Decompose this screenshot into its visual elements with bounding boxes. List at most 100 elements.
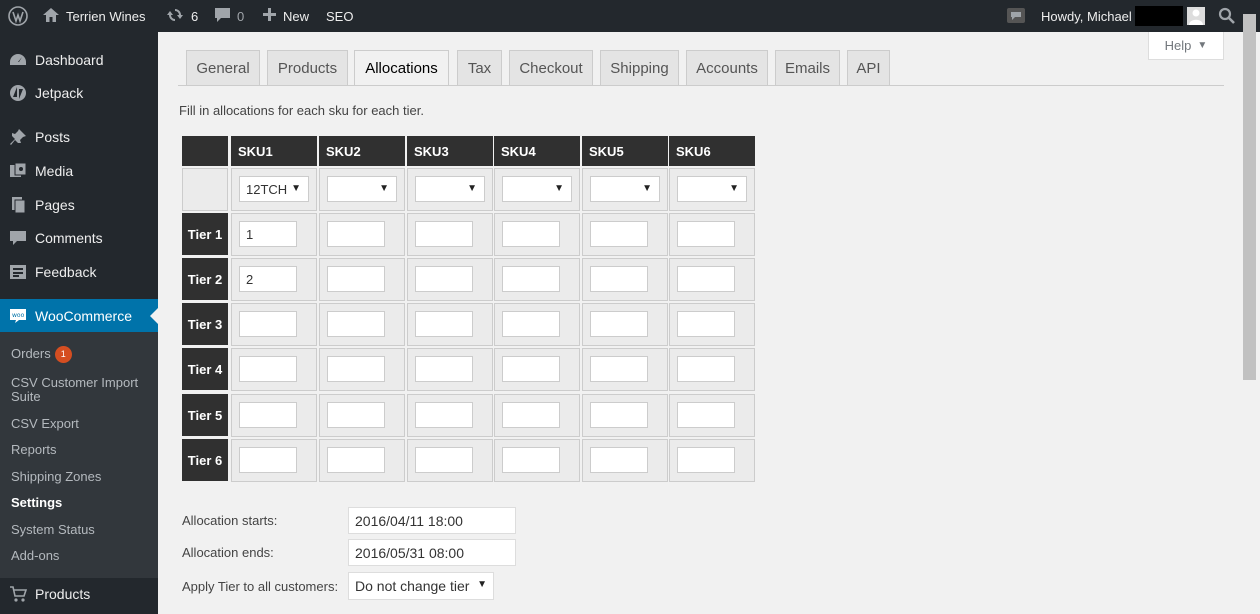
submenu-addons[interactable]: Add-ons [11,549,59,563]
allocation-input[interactable] [327,447,385,473]
allocation-input[interactable] [415,266,473,292]
search-icon[interactable] [1218,0,1236,32]
allocation-input[interactable] [327,356,385,382]
allocation-input[interactable] [327,221,385,247]
sku-product-select[interactable]: ▼ [327,176,397,202]
tab-tax[interactable]: Tax [457,50,502,85]
menu-posts[interactable]: Posts [0,120,158,154]
wordpress-logo-icon[interactable] [8,0,28,32]
allocation-input[interactable] [415,402,473,428]
allocation-input[interactable] [677,447,735,473]
submenu-csv-customer-import[interactable]: CSV Customer Import Suite [11,376,138,404]
allocation-input[interactable] [415,356,473,382]
allocation-starts-input[interactable]: 2016/04/11 18:00 [348,507,516,534]
allocation-input[interactable] [327,402,385,428]
submenu-csv-export[interactable]: CSV Export [11,417,79,431]
tab-label: Shipping [610,59,669,77]
avatar[interactable] [1187,7,1205,25]
sku-product-select[interactable]: 12TCH ▼ [239,176,309,202]
comments-link[interactable]: 0 [214,0,244,32]
site-name-link[interactable]: Terrien Wines [42,0,145,32]
allocation-input[interactable] [677,356,735,382]
allocation-ends-input[interactable]: 2016/05/31 08:00 [348,539,516,566]
allocation-input[interactable]: 1 [239,221,297,247]
tab-accounts[interactable]: Accounts [686,50,768,85]
tab-emails[interactable]: Emails [775,50,840,85]
sku-product-select[interactable]: ▼ [415,176,485,202]
submenu-system-status[interactable]: System Status [11,523,95,537]
sku-product-select[interactable]: ▼ [590,176,660,202]
allocation-input[interactable] [590,311,648,337]
tab-api[interactable]: API [847,50,890,85]
allocation-input[interactable] [415,311,473,337]
allocation-input[interactable] [677,266,735,292]
allocation-input[interactable] [327,311,385,337]
my-account-link[interactable]: Howdy, Michael [1041,0,1132,32]
pin-icon [0,128,35,146]
tier-row-label: Tier 4 [182,348,228,390]
allocation-input[interactable] [239,447,297,473]
howdy-text: Howdy, Michael [1041,8,1132,24]
submenu-settings[interactable]: Settings [11,496,62,510]
menu-pages[interactable]: Pages [0,188,158,222]
tab-label: Allocations [365,60,438,77]
allocation-input[interactable] [590,356,648,382]
sku-product-select[interactable]: ▼ [502,176,572,202]
menu-label: Dashboard [35,52,104,68]
allocation-input[interactable] [590,447,648,473]
menu-jetpack[interactable]: Jetpack [0,76,158,110]
apply-tier-select[interactable]: Do not change tier ▼ [348,572,494,600]
allocation-input[interactable] [502,266,560,292]
tab-divider [178,85,1224,86]
submenu-orders[interactable]: Orders 1 [11,346,72,363]
submenu-reports[interactable]: Reports [11,443,57,457]
seo-label: SEO [326,8,354,24]
submenu-label-line2: Suite [11,389,41,404]
menu-feedback[interactable]: Feedback [0,255,158,289]
menu-media[interactable]: Media [0,154,158,188]
allocation-input[interactable] [239,356,297,382]
page-scrollbar-thumb[interactable] [1243,14,1256,380]
tier-row-label: Tier 6 [182,439,228,481]
notifications-icon[interactable] [1006,0,1026,32]
new-content-link[interactable]: New [262,0,309,32]
submenu-label: CSV Export [11,416,79,431]
allocation-input[interactable] [502,402,560,428]
allocation-input[interactable] [239,311,297,337]
updates-link[interactable]: 6 [165,0,198,32]
allocation-input[interactable] [590,221,648,247]
seo-link[interactable]: SEO [326,0,353,32]
comments-count: 0 [237,8,245,24]
dropdown-arrow-icon: ▼ [379,183,389,194]
allocation-input[interactable] [590,266,648,292]
submenu-label: Reports [11,442,57,457]
allocation-input[interactable] [677,221,735,247]
sku-product-select[interactable]: ▼ [677,176,747,202]
submenu-shipping-zones[interactable]: Shipping Zones [11,470,101,484]
allocation-input[interactable] [677,402,735,428]
menu-products[interactable]: Products [0,577,158,611]
tab-checkout[interactable]: Checkout [509,50,593,85]
allocation-input[interactable] [502,356,560,382]
admin-sidebar: Dashboard Jetpack Posts Media Pages Comm… [0,32,158,614]
allocation-input[interactable] [415,221,473,247]
tab-allocations[interactable]: Allocations [354,50,449,86]
sku-column-header: SKU1 [231,136,317,166]
allocation-input[interactable] [239,402,297,428]
menu-woocommerce[interactable]: woo WooCommerce [0,299,158,333]
allocation-input[interactable] [327,266,385,292]
allocation-input[interactable] [415,447,473,473]
allocation-input[interactable] [677,311,735,337]
allocation-input[interactable] [502,311,560,337]
allocation-input[interactable]: 2 [239,266,297,292]
grid-corner-header [182,136,228,166]
menu-dashboard[interactable]: Dashboard [0,43,158,77]
tab-products[interactable]: Products [267,50,348,85]
menu-comments[interactable]: Comments [0,221,158,255]
allocation-input[interactable] [590,402,648,428]
allocation-input[interactable] [502,447,560,473]
help-toggle-button[interactable]: Help ▼ [1148,32,1224,60]
tab-general[interactable]: General [186,50,260,85]
allocation-input[interactable] [502,221,560,247]
tab-shipping[interactable]: Shipping [600,50,679,85]
